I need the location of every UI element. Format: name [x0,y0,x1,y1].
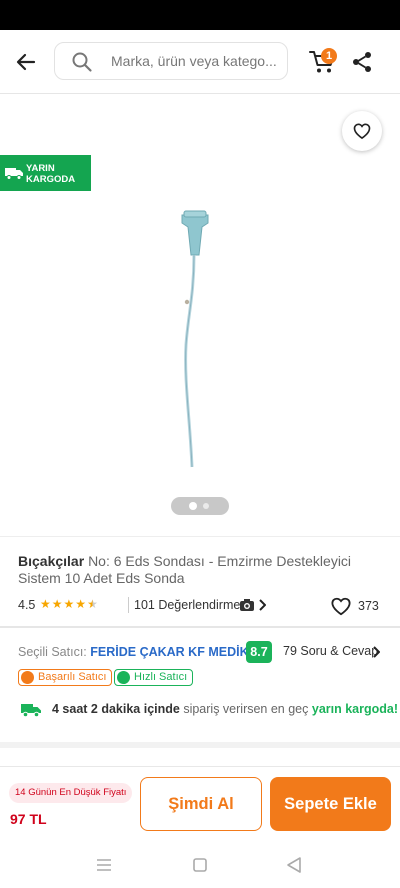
section-separator [0,742,400,748]
search-box[interactable] [54,42,288,80]
seller-score-badge: 8.7 [246,641,272,663]
rating-value: 4.5 [18,598,36,612]
star-icon: ★ [40,597,51,611]
pagination-dot [203,503,209,509]
truck-icon [117,671,130,684]
cargo-badge-line2: KARGODA [26,174,76,185]
add-to-cart-button[interactable]: Sepete Ekle [270,777,391,831]
fast-seller-tag: Hızlı Satıcı [114,669,194,686]
back-arrow-icon[interactable] [12,48,40,76]
star-rating: ★★★★★ [40,597,99,613]
star-half-icon: ★ [87,597,98,611]
bottom-purchase-bar: 14 Günün En Düşük Fiyatı 97 TL Şimdi Al … [0,766,400,844]
heart-icon[interactable] [330,596,352,616]
price: 97 TL [10,811,47,827]
home-square-icon[interactable] [192,857,208,873]
delivery-cargo-text: yarın kargoda! [311,702,399,716]
tag-label: Hızlı Satıcı [134,671,188,683]
share-icon[interactable] [350,50,374,74]
rating-row[interactable]: 4.5 ★★★★★ 101 Değerlendirme 373 [18,596,388,616]
favorite-count: 373 [358,599,379,613]
gallery-pagination[interactable] [171,497,229,515]
successful-seller-tag: Başarılı Satıcı [18,669,113,686]
seller-line: Seçili Satıcı: FERİDE ÇAKAR KF MEDİKAL [18,645,265,659]
product-info: Bıçakçılar No: 6 Eds Sondası - Emzirme D… [0,536,400,626]
cargo-badge-line1: YARIN [26,163,55,174]
product-brand[interactable]: Bıçakçılar [18,553,84,569]
cargo-badge-text: YARIN KARGODA [26,163,86,185]
truck-icon [21,704,41,718]
tag-label: Başarılı Satıcı [38,671,107,683]
status-bar [0,0,400,30]
product-image [181,210,209,468]
review-count[interactable]: 101 Değerlendirme [134,598,240,612]
heart-icon [353,123,371,140]
buy-now-button[interactable]: Şimdi Al [140,777,262,831]
camera-icon [240,599,254,611]
system-nav-bar [0,844,400,888]
next-day-cargo-badge: YARIN KARGODA [0,155,91,191]
cart-count-badge: 1 [321,48,337,64]
chevron-right-icon [259,599,266,611]
seller-label: Seçili Satıcı: [18,645,87,659]
pagination-dot-active [189,502,197,510]
divider [128,597,129,613]
star-icon: ★ [63,597,75,611]
menu-icon[interactable] [96,858,112,872]
product-gallery[interactable]: YARIN KARGODA [0,95,400,535]
star-icon: ★ [75,597,87,611]
back-triangle-icon[interactable] [286,856,302,874]
top-bar: 1 [0,30,400,94]
seller-section: Seçili Satıcı: FERİDE ÇAKAR KF MEDİKAL 8… [0,628,400,740]
chevron-right-icon[interactable] [372,646,380,658]
delivery-countdown: 4 saat 2 dakika içinde [52,702,180,716]
qa-link[interactable]: 79 Soru & Cevap [283,644,378,658]
medal-icon [21,671,34,684]
favorite-button[interactable] [342,111,382,151]
truck-icon [5,168,23,180]
star-icon: ★ [51,597,63,611]
lowest-price-badge: 14 Günün En Düşük Fiyatı [9,783,133,803]
search-icon [72,52,92,72]
search-input[interactable] [111,43,281,79]
delivery-info: 4 saat 2 dakika içinde sipariş verirsen … [52,702,398,716]
delivery-middle-text: sipariş verirsen en geç [179,702,312,716]
product-title: Bıçakçılar No: 6 Eds Sondası - Emzirme D… [18,553,378,587]
seller-name-link[interactable]: FERİDE ÇAKAR KF MEDİKAL [90,645,265,659]
